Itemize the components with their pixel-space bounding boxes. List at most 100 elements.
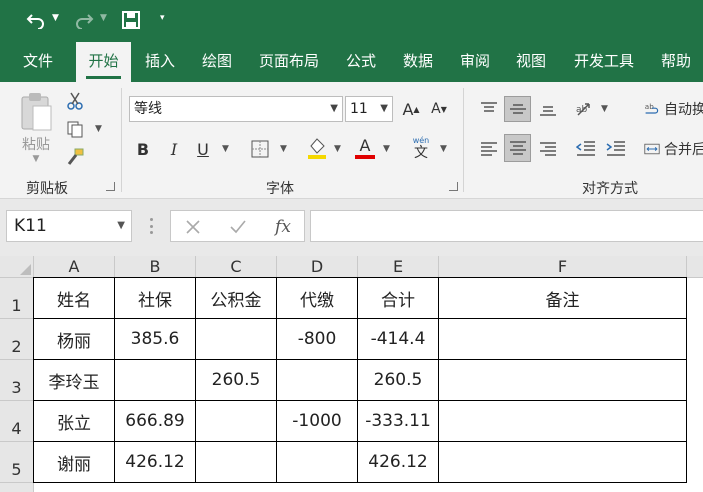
borders-icon[interactable]	[248, 136, 272, 162]
table-cell[interactable]: 666.89	[115, 401, 196, 442]
table-cell[interactable]: 张立	[34, 401, 115, 442]
borders-dropdown-icon[interactable]: ▼	[280, 144, 287, 154]
cut-icon[interactable]	[64, 90, 86, 112]
table-cell[interactable]: -800	[277, 319, 358, 360]
row-header-6[interactable]	[0, 483, 34, 492]
font-launcher-icon[interactable]	[449, 182, 458, 191]
row-header-2[interactable]: 2	[0, 319, 34, 360]
column-header-b[interactable]: B	[115, 256, 196, 278]
table-cell[interactable]	[277, 360, 358, 401]
table-cell[interactable]	[439, 360, 687, 401]
column-header-a[interactable]: A	[34, 256, 115, 278]
font-color-dropdown-icon[interactable]: ▼	[383, 144, 390, 154]
copy-icon[interactable]	[64, 118, 86, 140]
cancel-icon[interactable]	[181, 215, 205, 239]
table-cell[interactable]: 公积金	[196, 278, 277, 319]
table-cell[interactable]: 426.12	[358, 442, 439, 483]
bold-button[interactable]: B	[132, 136, 154, 162]
table-cell[interactable]: 备注	[439, 278, 687, 319]
table-cell[interactable]	[439, 319, 687, 360]
row-header-4[interactable]: 4	[0, 401, 34, 442]
table-cell[interactable]: 260.5	[358, 360, 439, 401]
align-bottom-icon[interactable]	[535, 96, 561, 122]
tab-page-layout[interactable]: 页面布局	[252, 40, 326, 82]
font-name-dropdown-icon[interactable]: ▼	[330, 97, 338, 121]
column-header-e[interactable]: E	[358, 256, 439, 278]
decrease-indent-icon[interactable]	[573, 136, 599, 162]
tab-review[interactable]: 审阅	[451, 40, 499, 82]
column-header-f[interactable]: F	[439, 256, 687, 278]
align-middle-icon[interactable]	[504, 96, 531, 122]
clipboard-launcher-icon[interactable]	[106, 182, 115, 191]
select-all-corner[interactable]	[0, 256, 34, 278]
tab-developer[interactable]: 开发工具	[566, 40, 642, 82]
italic-button[interactable]: I	[163, 136, 185, 162]
underline-dropdown-icon[interactable]: ▼	[222, 144, 229, 154]
enter-icon[interactable]	[226, 215, 250, 239]
phonetic-dropdown-icon[interactable]: ▼	[440, 144, 447, 154]
increase-indent-icon[interactable]	[603, 136, 629, 162]
tab-file[interactable]: 文件	[12, 40, 64, 82]
paste-button[interactable]: 粘贴 ▼	[14, 88, 58, 168]
font-color-button[interactable]: A	[353, 134, 377, 162]
column-header-d[interactable]: D	[277, 256, 358, 278]
wrap-text-button[interactable]: ab 自动换	[644, 96, 703, 122]
tab-insert[interactable]: 插入	[136, 40, 184, 82]
table-cell[interactable]: 杨丽	[34, 319, 115, 360]
merge-center-button[interactable]: 合并后	[644, 136, 703, 162]
formula-bar-grip-icon[interactable]	[150, 218, 153, 234]
column-header-g[interactable]	[687, 256, 703, 278]
fill-color-dropdown-icon[interactable]: ▼	[334, 144, 341, 154]
paste-dropdown-icon[interactable]: ▼	[33, 154, 40, 164]
redo-icon[interactable]	[72, 8, 96, 32]
save-icon[interactable]	[120, 8, 142, 32]
undo-icon[interactable]	[24, 8, 48, 32]
orientation-dropdown-icon[interactable]: ▼	[601, 104, 608, 114]
row-header-5[interactable]: 5	[0, 442, 34, 483]
tab-data[interactable]: 数据	[394, 40, 442, 82]
table-cell[interactable]: 谢丽	[34, 442, 115, 483]
name-box[interactable]: K11 ▼	[6, 210, 132, 242]
customize-icon[interactable]: ▾	[160, 13, 165, 23]
undo-dropdown-icon[interactable]: ▼	[52, 13, 59, 23]
orientation-icon[interactable]: ab	[573, 96, 599, 122]
font-name-combo[interactable]: 等线 ▼	[129, 96, 343, 122]
row-header-3[interactable]: 3	[0, 360, 34, 401]
table-cell[interactable]: 代缴	[277, 278, 358, 319]
table-cell[interactable]: -1000	[277, 401, 358, 442]
insert-function-icon[interactable]: fx	[269, 215, 297, 239]
table-cell[interactable]: 社保	[115, 278, 196, 319]
table-cell[interactable]: -414.4	[358, 319, 439, 360]
row-header-1[interactable]: 1	[0, 278, 34, 319]
table-cell[interactable]	[277, 442, 358, 483]
fill-color-icon[interactable]	[305, 134, 329, 162]
redo-dropdown-icon[interactable]: ▼	[100, 13, 107, 23]
tab-draw[interactable]: 绘图	[193, 40, 241, 82]
table-cell[interactable]: 李玲玉	[34, 360, 115, 401]
table-cell[interactable]	[196, 401, 277, 442]
column-header-c[interactable]: C	[196, 256, 277, 278]
tab-home[interactable]: 开始	[76, 42, 131, 82]
table-cell[interactable]	[439, 401, 687, 442]
table-cell[interactable]	[115, 360, 196, 401]
table-cell[interactable]: 姓名	[34, 278, 115, 319]
table-cell[interactable]: -333.11	[358, 401, 439, 442]
tab-view[interactable]: 视图	[507, 40, 555, 82]
formula-input[interactable]	[310, 210, 703, 242]
format-painter-icon[interactable]	[64, 146, 86, 168]
align-left-icon[interactable]	[476, 136, 502, 162]
table-cell[interactable]: 385.6	[115, 319, 196, 360]
name-box-dropdown-icon[interactable]: ▼	[117, 211, 125, 241]
table-cell[interactable]	[196, 319, 277, 360]
table-cell[interactable]	[439, 442, 687, 483]
table-cell[interactable]: 426.12	[115, 442, 196, 483]
table-cell[interactable]: 合计	[358, 278, 439, 319]
table-cell[interactable]: 260.5	[196, 360, 277, 401]
table-cell[interactable]	[196, 442, 277, 483]
phonetic-guide-button[interactable]: wén 文	[408, 134, 434, 162]
copy-dropdown-icon[interactable]: ▼	[95, 124, 102, 134]
tab-help[interactable]: 帮助	[652, 40, 700, 82]
font-size-dropdown-icon[interactable]: ▼	[380, 97, 388, 121]
decrease-font-size-button[interactable]: A ▼	[428, 96, 450, 122]
increase-font-size-button[interactable]: A ▲	[400, 96, 422, 122]
